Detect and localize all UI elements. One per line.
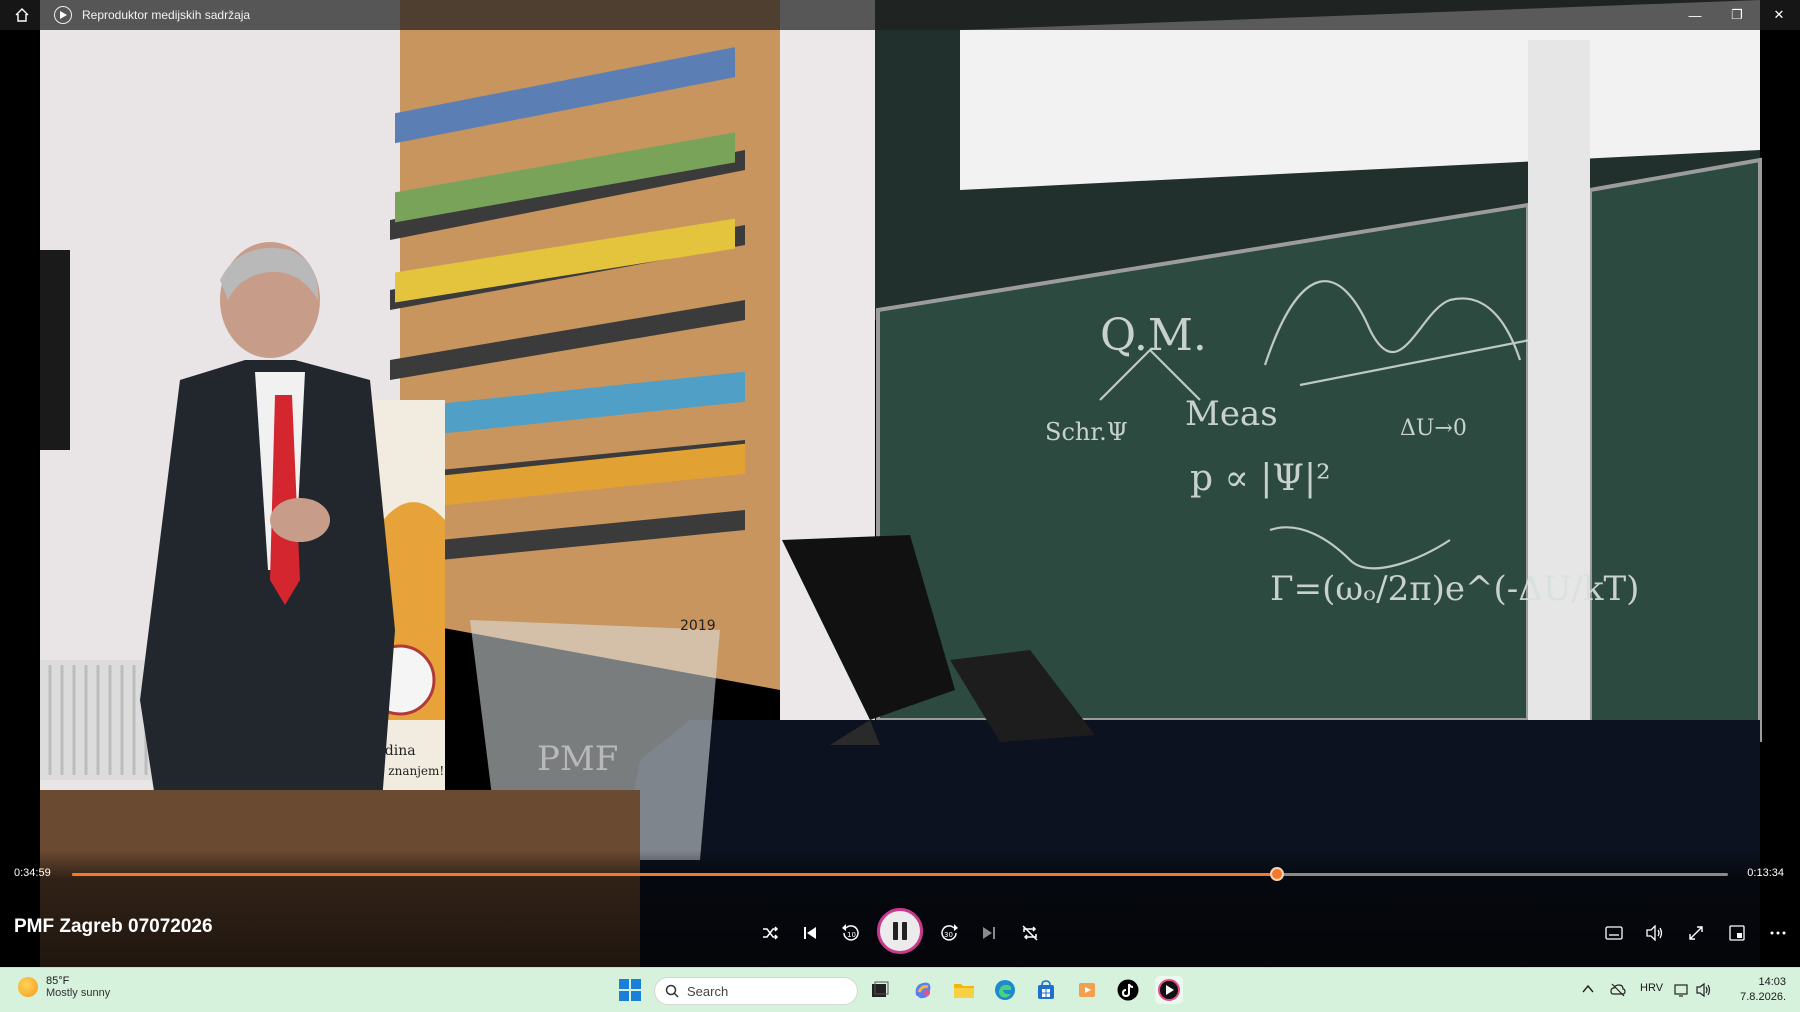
video-frame[interactable]: Q.M. Meas p ∝ |Ψ|² ΔU→0 Γ=(ωₒ/2π)e^(-ΔU/…	[0, 0, 1800, 967]
home-icon	[15, 8, 29, 22]
copilot-button[interactable]	[909, 976, 937, 1004]
clock-date: 7.8.2026.	[1740, 991, 1786, 1003]
previous-button[interactable]	[797, 920, 823, 946]
weather-temperature: 85°F	[46, 975, 70, 987]
media-player-app-icon	[54, 6, 72, 24]
elapsed-time: 0:34:59	[14, 867, 51, 879]
volume-button[interactable]	[1642, 920, 1668, 946]
play-icon	[60, 11, 67, 19]
board-text-gamma: Γ=(ωₒ/2π)e^(-ΔU/kT)	[1270, 569, 1639, 609]
seek-bar-thumb[interactable]	[1269, 867, 1284, 881]
board-text-schr: Schr.Ψ	[1045, 418, 1128, 446]
miniplayer-icon	[1729, 925, 1745, 941]
skip-previous-icon	[804, 927, 816, 939]
svg-text:10: 10	[847, 931, 856, 939]
more-icon	[1770, 931, 1786, 935]
file-explorer-button[interactable]	[950, 976, 978, 1004]
subtitles-button[interactable]	[1601, 920, 1627, 946]
play-pause-button[interactable]	[877, 908, 923, 954]
weather-condition: Mostly sunny	[46, 987, 111, 999]
seek-bar-progress	[72, 873, 1277, 876]
board-text-prob: p ∝ |Ψ|²	[1190, 458, 1331, 499]
network-icon[interactable]	[1674, 982, 1690, 998]
search-label: Search	[687, 983, 729, 999]
cloud-offline-icon[interactable]	[1610, 982, 1626, 998]
board-year-text: 2019	[680, 618, 716, 634]
restore-button[interactable]: ❐	[1716, 0, 1758, 30]
board-text-meas: Meas	[1185, 394, 1278, 434]
edge-icon	[995, 980, 1015, 1000]
rewind-10-button[interactable]: 10	[838, 920, 864, 946]
remaining-time: 0:13:34	[1747, 867, 1784, 879]
window-title: Reproduktor medijskih sadržaja	[82, 8, 251, 22]
close-button[interactable]: ✕	[1758, 0, 1800, 30]
system-clock[interactable]: 14:03 7.8.2026.	[1740, 975, 1786, 1005]
home-button[interactable]	[0, 0, 44, 30]
repeat-off-icon	[1022, 925, 1038, 941]
media-player-taskbar-button[interactable]	[1155, 976, 1183, 1004]
more-options-button[interactable]	[1765, 920, 1791, 946]
forward-30-button[interactable]: 30	[936, 920, 962, 946]
pause-icon	[893, 922, 907, 940]
shuffle-button[interactable]	[757, 920, 783, 946]
folder-icon	[954, 984, 974, 998]
shuffle-icon	[763, 926, 779, 940]
taskbar-search[interactable]: Search	[654, 977, 858, 1005]
task-view-button[interactable]	[866, 976, 894, 1004]
start-button[interactable]	[616, 976, 644, 1004]
lectern-logo-text: PMF	[537, 739, 618, 779]
clipchamp-button[interactable]	[1073, 976, 1101, 1004]
skip-next-icon	[983, 927, 995, 939]
rewind-10-icon: 10	[842, 924, 859, 941]
task-view-icon	[872, 981, 889, 997]
chevron-up-icon[interactable]	[1582, 984, 1594, 994]
search-icon	[665, 984, 679, 998]
repeat-button[interactable]	[1017, 920, 1043, 946]
player-controls: 0:34:59 0:13:34 PMF Zagreb 07072026 10 3…	[0, 850, 1800, 967]
tiktok-icon	[1117, 979, 1139, 1001]
taskbar: 85°F Mostly sunny Search HRV 14:03 7.8.2…	[0, 967, 1800, 1012]
speaker-icon[interactable]	[1696, 982, 1712, 998]
miniplayer-button[interactable]	[1724, 920, 1750, 946]
minimize-button[interactable]: —	[1674, 0, 1716, 30]
media-player-icon	[1158, 979, 1180, 1001]
board-text-du: ΔU→0	[1400, 416, 1467, 441]
next-button[interactable]	[976, 920, 1002, 946]
forward-30-icon: 30	[941, 924, 958, 941]
clock-time: 14:03	[1758, 976, 1786, 988]
volume-icon	[1646, 925, 1663, 941]
tiktok-button[interactable]	[1114, 976, 1142, 1004]
title-bar: Reproduktor medijskih sadržaja — ❐ ✕	[0, 0, 1800, 30]
fullscreen-button[interactable]	[1683, 920, 1709, 946]
video-editor-icon	[1079, 983, 1095, 997]
media-player-window: Q.M. Meas p ∝ |Ψ|² ΔU→0 Γ=(ωₒ/2π)e^(-ΔU/…	[0, 0, 1800, 1012]
board-text-qm: Q.M.	[1100, 310, 1207, 361]
input-language[interactable]: HRV	[1640, 982, 1663, 994]
weather-widget[interactable]: 85°F Mostly sunny	[18, 975, 110, 999]
media-title: PMF Zagreb 07072026	[14, 916, 213, 937]
copilot-icon	[915, 982, 931, 999]
store-icon	[1038, 980, 1054, 999]
fullscreen-icon	[1689, 926, 1703, 940]
edge-browser-button[interactable]	[991, 976, 1019, 1004]
video-scene: Q.M. Meas p ∝ |Ψ|² ΔU→0 Γ=(ωₒ/2π)e^(-ΔU/…	[0, 0, 1800, 967]
svg-text:30: 30	[944, 931, 953, 939]
seek-bar[interactable]	[72, 867, 1728, 881]
subtitles-icon	[1605, 926, 1623, 940]
sunny-weather-icon	[18, 977, 38, 997]
store-button[interactable]	[1032, 976, 1060, 1004]
windows-start-icon	[619, 979, 641, 1001]
